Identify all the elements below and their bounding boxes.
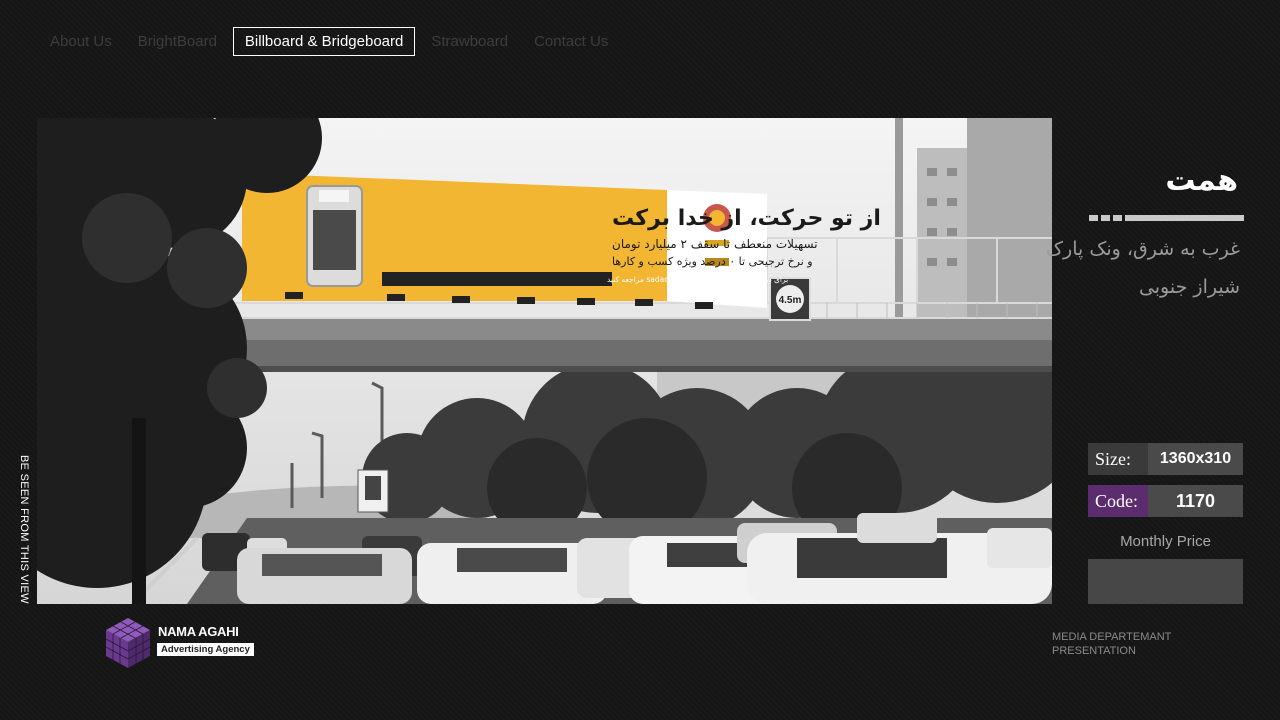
- divider-line: [1125, 215, 1244, 221]
- footer-caption: MEDIA DEPARTEMANT PRESENTATION: [1052, 630, 1171, 658]
- monthly-price-label: Monthly Price: [1120, 533, 1211, 550]
- brand-logo: NAMA AGAHI Advertising Agency: [103, 616, 254, 670]
- billboard-line2: و نرخ ترجیحی تا ۰ درصد ویژه کسب و کارها: [612, 255, 813, 268]
- divider-dash: [1101, 215, 1110, 221]
- title-divider: [1089, 215, 1244, 221]
- billboard-cta: برای دریافت اطلاعات بیشتر به sadadpsp.ir…: [607, 275, 788, 284]
- monthly-price-value: [1088, 559, 1243, 604]
- speed-sign-text: 4.5m: [779, 295, 802, 306]
- brand-name: NAMA AGAHI: [158, 624, 239, 639]
- code-label: Code:: [1088, 485, 1148, 517]
- size-value: 1360x310: [1148, 443, 1243, 475]
- billboard-photo: 4.5m از تو حرکت، از خدا برکت تسهیلات منع…: [37, 118, 1052, 604]
- main-nav: About Us BrightBoard Billboard & Bridgeb…: [40, 27, 624, 56]
- nav-billboard-bridgeboard[interactable]: Billboard & Bridgeboard: [232, 27, 416, 56]
- nav-strawboard[interactable]: Strawboard: [421, 27, 518, 56]
- nav-brightboard[interactable]: BrightBoard: [128, 27, 227, 56]
- billboard-line1: تسهیلات منعطف تا سقف ۲ میلیارد تومان: [612, 237, 818, 252]
- location-description: غرب به شرق، ونک پارک شیراز جنوبی: [1046, 238, 1240, 298]
- location-title: همت: [1165, 163, 1238, 198]
- nav-contact-us[interactable]: Contact Us: [524, 27, 618, 56]
- code-row: Code: 1170: [1088, 485, 1243, 517]
- size-label: Size:: [1088, 443, 1148, 475]
- code-value: 1170: [1148, 485, 1243, 517]
- footer-line2: PRESENTATION: [1052, 645, 1136, 657]
- divider-dash: [1089, 215, 1098, 221]
- size-row: Size: 1360x310: [1088, 443, 1243, 475]
- brand-tagline: Advertising Agency: [157, 643, 254, 656]
- billboard-headline: از تو حرکت، از خدا برکت: [612, 206, 881, 231]
- footer-line1: MEDIA DEPARTEMANT: [1052, 631, 1172, 643]
- nav-about-us[interactable]: About Us: [40, 27, 122, 56]
- divider-dash: [1113, 215, 1122, 221]
- cube-logo-icon: [105, 618, 151, 668]
- side-caption: BE SEEN FROM THIS VIEW: [18, 455, 30, 604]
- billboard-photo-scene: 4.5m از تو حرکت، از خدا برکت تسهیلات منع…: [37, 118, 1052, 604]
